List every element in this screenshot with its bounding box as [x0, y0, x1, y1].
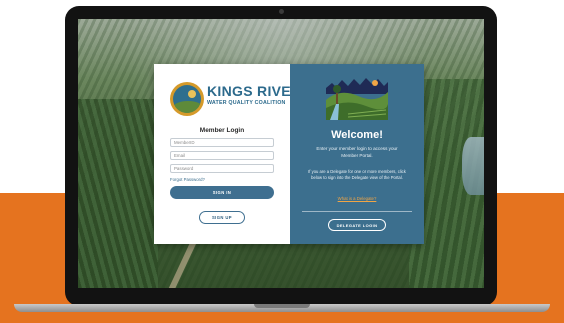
laptop-base-notch: [254, 304, 310, 308]
landscape-icon: [326, 74, 388, 120]
hill-icon: [173, 101, 201, 113]
logo-emblem-icon: [170, 82, 204, 116]
welcome-panel: Welcome! Enter your member login to acce…: [290, 64, 424, 244]
login-card: KINGS RIVER WATER QUALITY COALITION Memb…: [154, 64, 424, 244]
panel-divider: [302, 211, 412, 212]
email-input[interactable]: [170, 151, 274, 160]
what-is-delegate-link[interactable]: What is a Delegate?: [290, 196, 424, 201]
farm-landscape-illustration: [326, 74, 388, 120]
forgot-password-link[interactable]: Forgot Password?: [170, 177, 205, 182]
farm-field-left: [78, 99, 158, 288]
logo-subtitle: WATER QUALITY COALITION: [207, 100, 286, 106]
password-input[interactable]: [170, 164, 274, 173]
login-panel: KINGS RIVER WATER QUALITY COALITION Memb…: [154, 64, 301, 244]
member-login-heading: Member Login: [199, 127, 245, 134]
sign-in-button[interactable]: SIGN IN: [170, 186, 274, 199]
delegate-login-button[interactable]: DELEGATE LOGIN: [328, 219, 386, 231]
member-id-input[interactable]: [170, 138, 274, 147]
river-image: [462, 137, 484, 195]
delegate-info-text: If you are a Delegate for one or more me…: [308, 169, 406, 180]
sun-icon: [188, 90, 196, 98]
welcome-title: Welcome!: [331, 129, 383, 141]
welcome-message: Enter your member login to access your M…: [316, 146, 398, 158]
logo-title: KINGS RIVER: [207, 83, 302, 99]
kings-river-logo: KINGS RIVER WATER QUALITY COALITION: [170, 81, 301, 119]
road-image: [165, 240, 197, 288]
sign-up-button[interactable]: SIGN UP: [199, 211, 245, 224]
webcam-icon: [279, 9, 284, 14]
